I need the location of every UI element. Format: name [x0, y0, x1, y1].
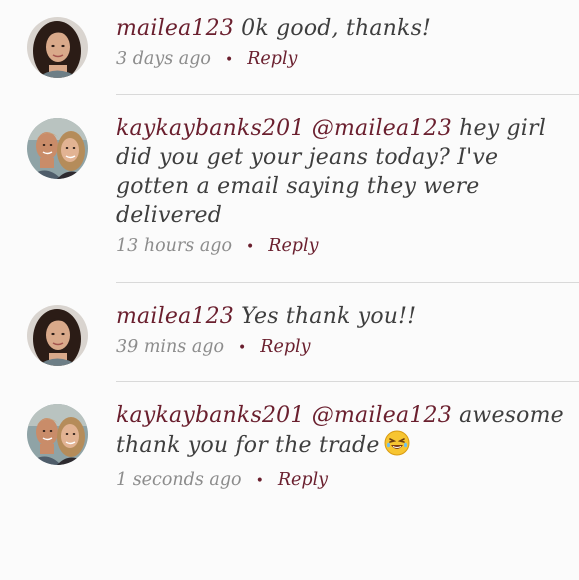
- separator-dot-icon: •: [255, 473, 264, 489]
- timestamp: 13 hours ago: [116, 236, 232, 256]
- laughing-emoji-icon: [384, 430, 410, 464]
- comment-text: kaykaybanks201 @mailea123 hey girl did y…: [116, 114, 565, 230]
- username-link[interactable]: kaykaybanks201: [116, 116, 305, 141]
- avatar[interactable]: [27, 305, 88, 366]
- username-link[interactable]: mailea123: [116, 16, 234, 41]
- avatar[interactable]: [27, 17, 88, 78]
- username-link[interactable]: mailea123: [116, 304, 234, 329]
- comment-text: mailea123 Yes thank you!!: [116, 302, 565, 331]
- timestamp: 3 days ago: [116, 49, 211, 69]
- mention-link[interactable]: @mailea123: [305, 403, 452, 428]
- female-avatar-icon: [27, 17, 88, 78]
- avatar[interactable]: [27, 404, 88, 465]
- reply-button[interactable]: Reply: [247, 49, 297, 69]
- couple-avatar-icon: [27, 404, 88, 465]
- female-avatar-icon: [27, 305, 88, 366]
- reply-button[interactable]: Reply: [268, 236, 318, 256]
- timestamp: 39 mins ago: [116, 337, 225, 357]
- username-link[interactable]: kaykaybanks201: [116, 403, 305, 428]
- comment-meta: 39 mins ago • Reply: [116, 337, 565, 357]
- divider: [116, 282, 579, 283]
- separator-dot-icon: •: [224, 52, 234, 68]
- divider: [116, 94, 579, 95]
- reply-button[interactable]: Reply: [278, 470, 328, 490]
- avatar[interactable]: [27, 118, 88, 179]
- couple-avatar-icon: [27, 118, 88, 179]
- separator-dot-icon: •: [246, 239, 255, 255]
- comment-message: Yes thank you!!: [233, 304, 417, 329]
- comment-text: kaykaybanks201 @mailea123 awesome thank …: [116, 401, 565, 464]
- divider: [116, 381, 579, 382]
- separator-dot-icon: •: [238, 340, 247, 356]
- comment-text: mailea123 0k good, thanks!: [116, 14, 565, 43]
- mention-link[interactable]: @mailea123: [305, 116, 452, 141]
- comment-message: 0k good, thanks!: [233, 16, 432, 41]
- reply-button[interactable]: Reply: [260, 337, 310, 357]
- comment-meta: 3 days ago • Reply: [116, 49, 565, 69]
- comment-meta: 13 hours ago • Reply: [116, 236, 565, 256]
- timestamp: 1 seconds ago: [116, 470, 242, 490]
- comment-meta: 1 seconds ago • Reply: [116, 470, 565, 490]
